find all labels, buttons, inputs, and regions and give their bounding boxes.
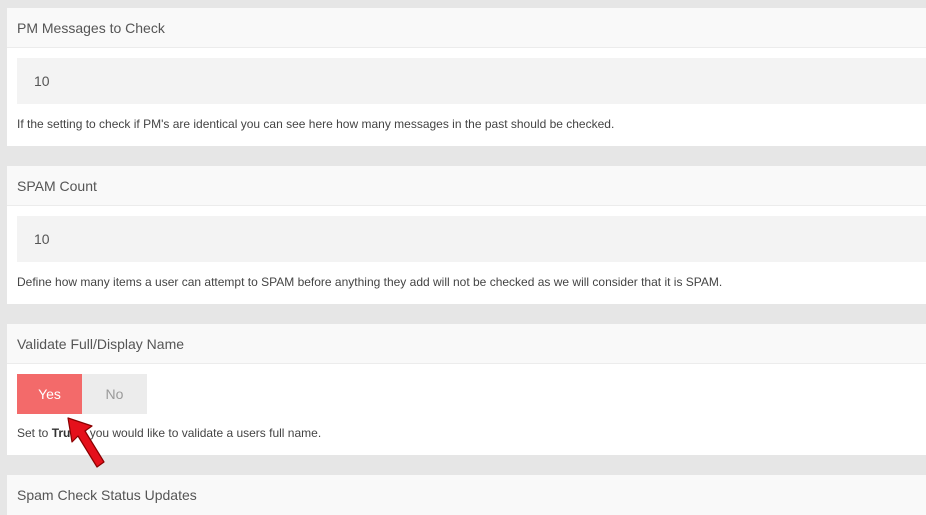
help-prefix: Set to [17, 426, 52, 440]
setting-pm-messages: PM Messages to Check 10 If the setting t… [7, 8, 926, 146]
setting-help-text: Set to True if you would like to validat… [17, 426, 321, 440]
setting-title: Spam Check Status Updates [7, 475, 926, 515]
setting-help-text: If the setting to check if PM's are iden… [17, 117, 615, 131]
help-suffix: if you would like to validate a users fu… [77, 426, 322, 440]
setting-title: SPAM Count [7, 166, 926, 206]
setting-spam-count: SPAM Count 10 Define how many items a us… [7, 166, 926, 304]
no-button[interactable]: No [82, 374, 147, 414]
yes-button[interactable]: Yes [17, 374, 82, 414]
yes-no-toggle: Yes No [17, 374, 147, 414]
setting-title: PM Messages to Check [7, 8, 926, 48]
setting-spam-check-status: Spam Check Status Updates [7, 475, 926, 515]
setting-title: Validate Full/Display Name [7, 324, 926, 364]
setting-validate-name: Validate Full/Display Name Yes No Set to… [7, 324, 926, 455]
spam-count-input[interactable]: 10 [17, 216, 926, 262]
help-bold: True [51, 426, 78, 440]
pm-messages-input[interactable]: 10 [17, 58, 926, 104]
setting-help-text: Define how many items a user can attempt… [17, 275, 723, 289]
